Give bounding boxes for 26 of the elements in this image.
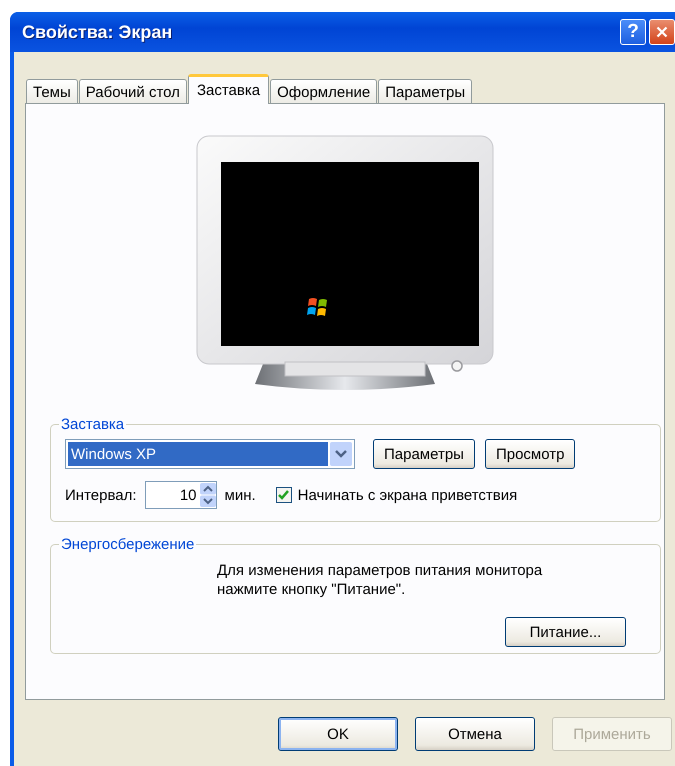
welcome-checkbox[interactable] bbox=[276, 487, 292, 503]
tab[interactable]: Заставка bbox=[188, 74, 270, 104]
power-button[interactable]: Питание... bbox=[505, 617, 626, 647]
unit-label: мин. bbox=[224, 486, 256, 504]
screensaver-dropdown[interactable]: Windows XP bbox=[65, 439, 355, 469]
interval-label: Интервал: bbox=[65, 486, 137, 504]
checkbox-label: Начинать с экрана приветствия bbox=[298, 486, 518, 504]
tab[interactable]: Темы bbox=[26, 79, 78, 103]
tab[interactable]: Оформление bbox=[270, 79, 378, 103]
chevron-down-icon bbox=[335, 450, 347, 458]
group-title: Энергосбережение bbox=[60, 536, 196, 553]
dialog-button[interactable]: Параметры bbox=[373, 439, 475, 469]
tab[interactable]: Рабочий стол bbox=[78, 79, 187, 103]
help-button[interactable]: ? bbox=[620, 19, 646, 45]
window-title: Свойства: Экран bbox=[22, 22, 174, 42]
dialog-button[interactable]: OK bbox=[278, 717, 398, 751]
close-button[interactable] bbox=[649, 19, 675, 45]
dialog-button[interactable]: Просмотр bbox=[484, 439, 576, 469]
close-icon bbox=[656, 24, 668, 40]
checkmark-icon bbox=[278, 490, 290, 500]
tab[interactable]: Параметры bbox=[378, 79, 472, 103]
spin-arrows-icon bbox=[200, 483, 216, 507]
group-title: Заставка bbox=[60, 416, 126, 433]
dialog-button[interactable]: Отмена bbox=[415, 717, 535, 751]
power-description: Для изменения параметров питания монитора нажмите кнопку "Питание". bbox=[217, 561, 544, 599]
interval-spinner[interactable]: 10 bbox=[144, 481, 217, 509]
